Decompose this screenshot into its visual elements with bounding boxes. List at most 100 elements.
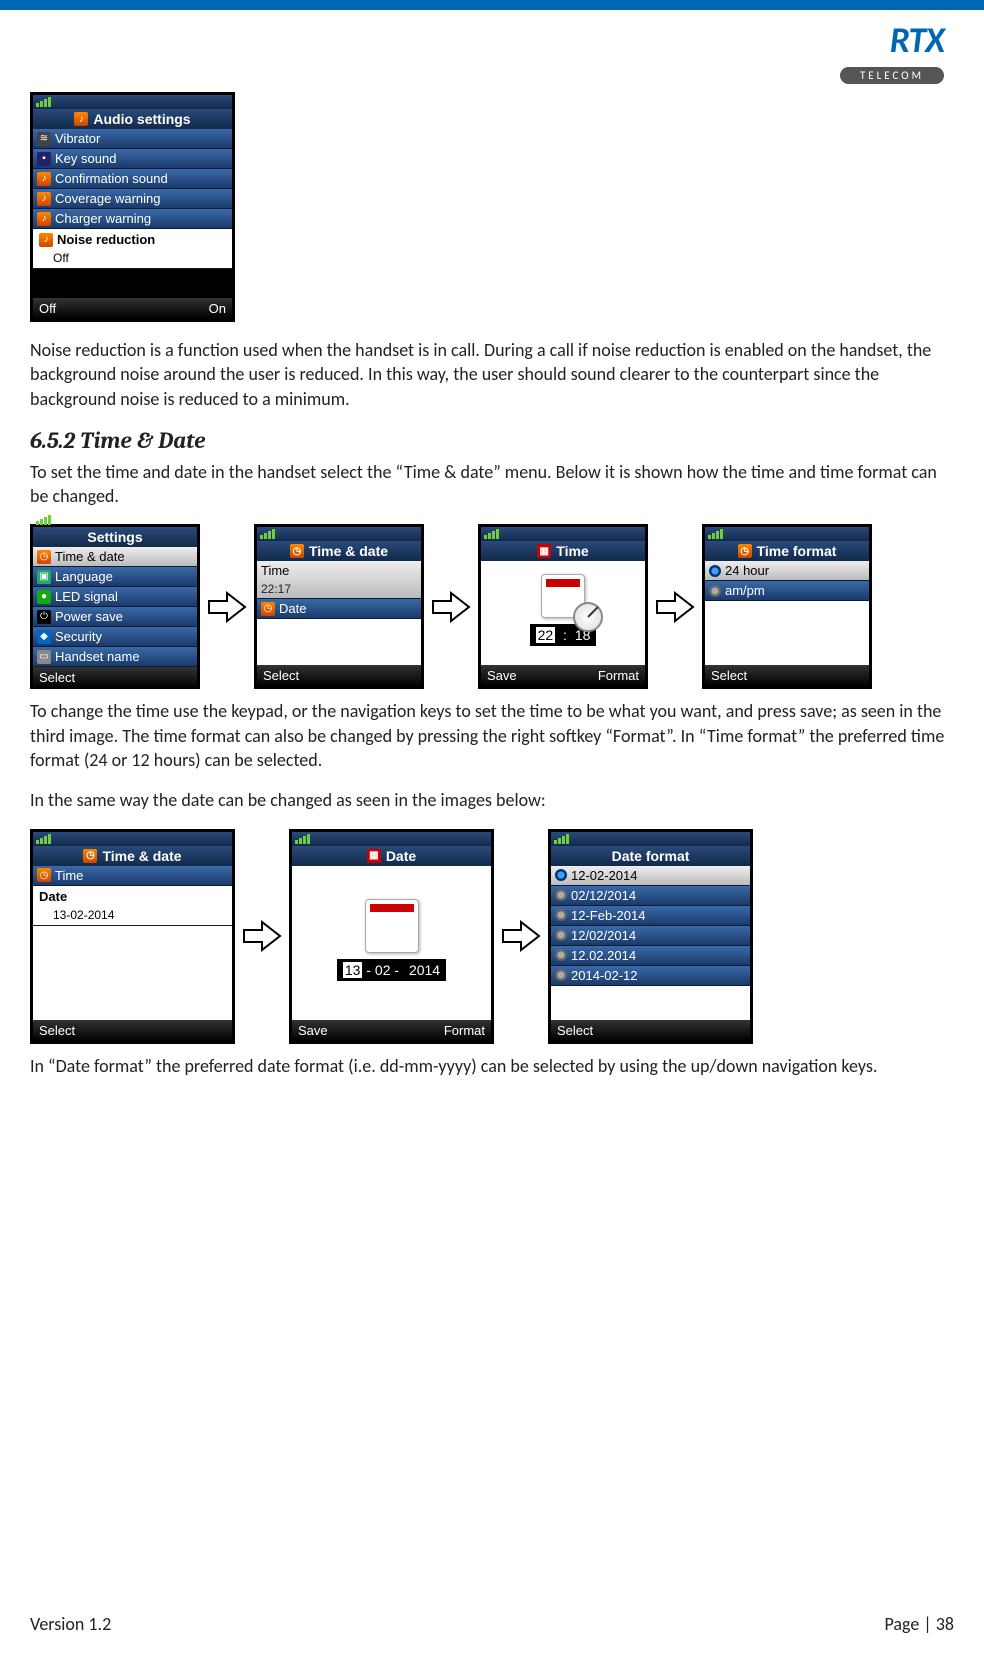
menu-item-time[interactable]: ◷Time bbox=[33, 866, 232, 886]
softkey-on[interactable]: On bbox=[209, 301, 226, 316]
softkey-select[interactable]: Select bbox=[263, 668, 299, 683]
screenshot-time-edit: ▦Time 22 : 18 SaveFormat bbox=[478, 524, 648, 689]
time-screenshots-row: Settings ◷Time & date ▣Language ●LED sig… bbox=[30, 524, 954, 689]
paragraph-time-change: To change the time use the keypad, or th… bbox=[30, 699, 954, 772]
menu-item-coverage-warning[interactable]: ♪Coverage warning bbox=[33, 189, 232, 209]
date-format-option[interactable]: 02/12/2014 bbox=[551, 886, 750, 906]
led-icon: ● bbox=[37, 590, 51, 604]
arrow-icon bbox=[428, 589, 474, 625]
menu-item-vibrator[interactable]: ≋Vibrator bbox=[33, 129, 232, 149]
date-month[interactable]: 02 bbox=[375, 962, 391, 978]
logo-subtext: TELECOM bbox=[840, 67, 944, 84]
option-24-hour[interactable]: 24 hour bbox=[705, 561, 869, 581]
paragraph-noise-reduction: Noise reduction is a function used when … bbox=[30, 338, 954, 411]
date-format-option[interactable]: 2014-02-12 bbox=[551, 966, 750, 986]
calendar-graphic bbox=[365, 899, 419, 953]
radio-icon bbox=[709, 585, 721, 597]
radio-icon bbox=[555, 969, 567, 981]
softkey-save[interactable]: Save bbox=[298, 1023, 328, 1038]
screenshot-time-date-menu-2: ◷Time & date ◷Time Date 13-02-2014 Selec… bbox=[30, 829, 235, 1044]
softkey-select[interactable]: Select bbox=[39, 670, 75, 685]
paragraph-date-intro: In the same way the date can be changed … bbox=[30, 788, 954, 812]
speaker-icon: ♪ bbox=[37, 192, 51, 206]
softkey-save[interactable]: Save bbox=[487, 668, 517, 683]
softkey-select[interactable]: Select bbox=[39, 1023, 75, 1038]
title-text: Audio settings bbox=[93, 111, 190, 127]
menu-item-language[interactable]: ▣Language bbox=[33, 567, 197, 587]
speaker-icon: ♪ bbox=[37, 212, 51, 226]
option-am-pm[interactable]: am/pm bbox=[705, 581, 869, 601]
date-format-option[interactable]: 12-02-2014 bbox=[551, 866, 750, 886]
softkey-select[interactable]: Select bbox=[557, 1023, 593, 1038]
date-format-option[interactable]: 12-Feb-2014 bbox=[551, 906, 750, 926]
shield-icon: ◆ bbox=[37, 630, 51, 644]
arrow-icon bbox=[498, 918, 544, 954]
radio-icon bbox=[555, 949, 567, 961]
arrow-icon bbox=[239, 918, 285, 954]
logo-text: RTX bbox=[840, 18, 944, 62]
speaker-icon: ♪ bbox=[74, 112, 88, 126]
clock-icon: ◷ bbox=[290, 544, 304, 558]
speaker-icon: ♪ bbox=[39, 233, 53, 247]
date-day[interactable]: 13 bbox=[343, 962, 363, 978]
screenshot-time-format: ◷Time format 24 hour am/pm Select bbox=[702, 524, 872, 689]
menu-item-noise-reduction[interactable]: ♪Noise reduction Off bbox=[33, 229, 232, 269]
menu-item-confirmation-sound[interactable]: ♪Confirmation sound bbox=[33, 169, 232, 189]
header-accent-bar bbox=[0, 0, 984, 10]
menu-item-time[interactable]: Time 22:17 bbox=[257, 561, 421, 599]
date-screenshots-row: ◷Time & date ◷Time Date 13-02-2014 Selec… bbox=[30, 829, 954, 1044]
clock-icon: ◷ bbox=[261, 602, 275, 616]
key-icon: ▪ bbox=[37, 152, 51, 166]
radio-icon bbox=[555, 929, 567, 941]
time-hours[interactable]: 22 bbox=[536, 627, 556, 643]
page-footer: Version 1.2 Page | 38 bbox=[30, 1613, 954, 1635]
header-logo-area: RTX TELECOM bbox=[0, 10, 984, 88]
clock-icon: ◷ bbox=[37, 868, 51, 882]
menu-item-time-date[interactable]: ◷Time & date bbox=[33, 547, 197, 567]
radio-selected-icon bbox=[709, 565, 721, 577]
menu-item-handset-name[interactable]: ▭Handset name bbox=[33, 647, 197, 667]
screenshot-audio-settings: ♪ Audio settings ≋Vibrator ▪Key sound ♪Co… bbox=[30, 92, 235, 322]
screen-title: Settings bbox=[33, 527, 197, 547]
clock-icon: ◷ bbox=[738, 544, 752, 558]
menu-item-charger-warning[interactable]: ♪Charger warning bbox=[33, 209, 232, 229]
page-number: Page | 38 bbox=[885, 1613, 955, 1635]
power-icon: ⏻ bbox=[37, 610, 51, 624]
menu-item-key-sound[interactable]: ▪Key sound bbox=[33, 149, 232, 169]
radio-icon bbox=[555, 889, 567, 901]
radio-icon bbox=[555, 909, 567, 921]
menu-item-date[interactable]: Date 13-02-2014 bbox=[33, 886, 232, 926]
vibrator-icon: ≋ bbox=[37, 132, 51, 146]
softkey-format[interactable]: Format bbox=[598, 668, 639, 683]
softkey-bar: Off On bbox=[33, 298, 232, 319]
screenshot-settings: Settings ◷Time & date ▣Language ●LED sig… bbox=[30, 524, 200, 689]
date-format-option[interactable]: 12/02/2014 bbox=[551, 926, 750, 946]
screenshot-time-date-menu: ◷Time & date Time 22:17 ◷Date Select bbox=[254, 524, 424, 689]
calendar-icon: ▦ bbox=[537, 544, 551, 558]
date-year[interactable]: 2014 bbox=[403, 962, 440, 978]
softkey-format[interactable]: Format bbox=[444, 1023, 485, 1038]
radio-selected-icon bbox=[555, 869, 567, 881]
version-label: Version 1.2 bbox=[30, 1613, 111, 1635]
softkey-select[interactable]: Select bbox=[711, 668, 747, 683]
softkey-off[interactable]: Off bbox=[39, 301, 56, 316]
tag-icon: ▭ bbox=[37, 650, 51, 664]
menu-item-security[interactable]: ◆Security bbox=[33, 627, 197, 647]
menu-item-date[interactable]: ◷Date bbox=[257, 599, 421, 619]
section-heading-time-date: 6.5.2 Time & Date bbox=[30, 427, 954, 454]
logo: RTX TELECOM bbox=[840, 18, 944, 84]
paragraph-date-format: In “Date format” the preferred date form… bbox=[30, 1054, 954, 1078]
menu-item-led-signal[interactable]: ●LED signal bbox=[33, 587, 197, 607]
screen-title: ♪ Audio settings bbox=[33, 109, 232, 129]
speaker-icon: ♪ bbox=[37, 172, 51, 186]
flag-icon: ▣ bbox=[37, 570, 51, 584]
menu-item-power-save[interactable]: ⏻Power save bbox=[33, 607, 197, 627]
arrow-icon bbox=[204, 589, 250, 625]
noise-reduction-value: Off bbox=[39, 251, 69, 265]
arrow-icon bbox=[652, 589, 698, 625]
clock-graphic bbox=[573, 602, 603, 632]
status-bar bbox=[33, 95, 232, 109]
date-format-option[interactable]: 12.02.2014 bbox=[551, 946, 750, 966]
date-input[interactable]: 13 - 02 - 2014 bbox=[337, 959, 446, 981]
screenshot-date-format: Date format 12-02-2014 02/12/2014 12-Feb… bbox=[548, 829, 753, 1044]
